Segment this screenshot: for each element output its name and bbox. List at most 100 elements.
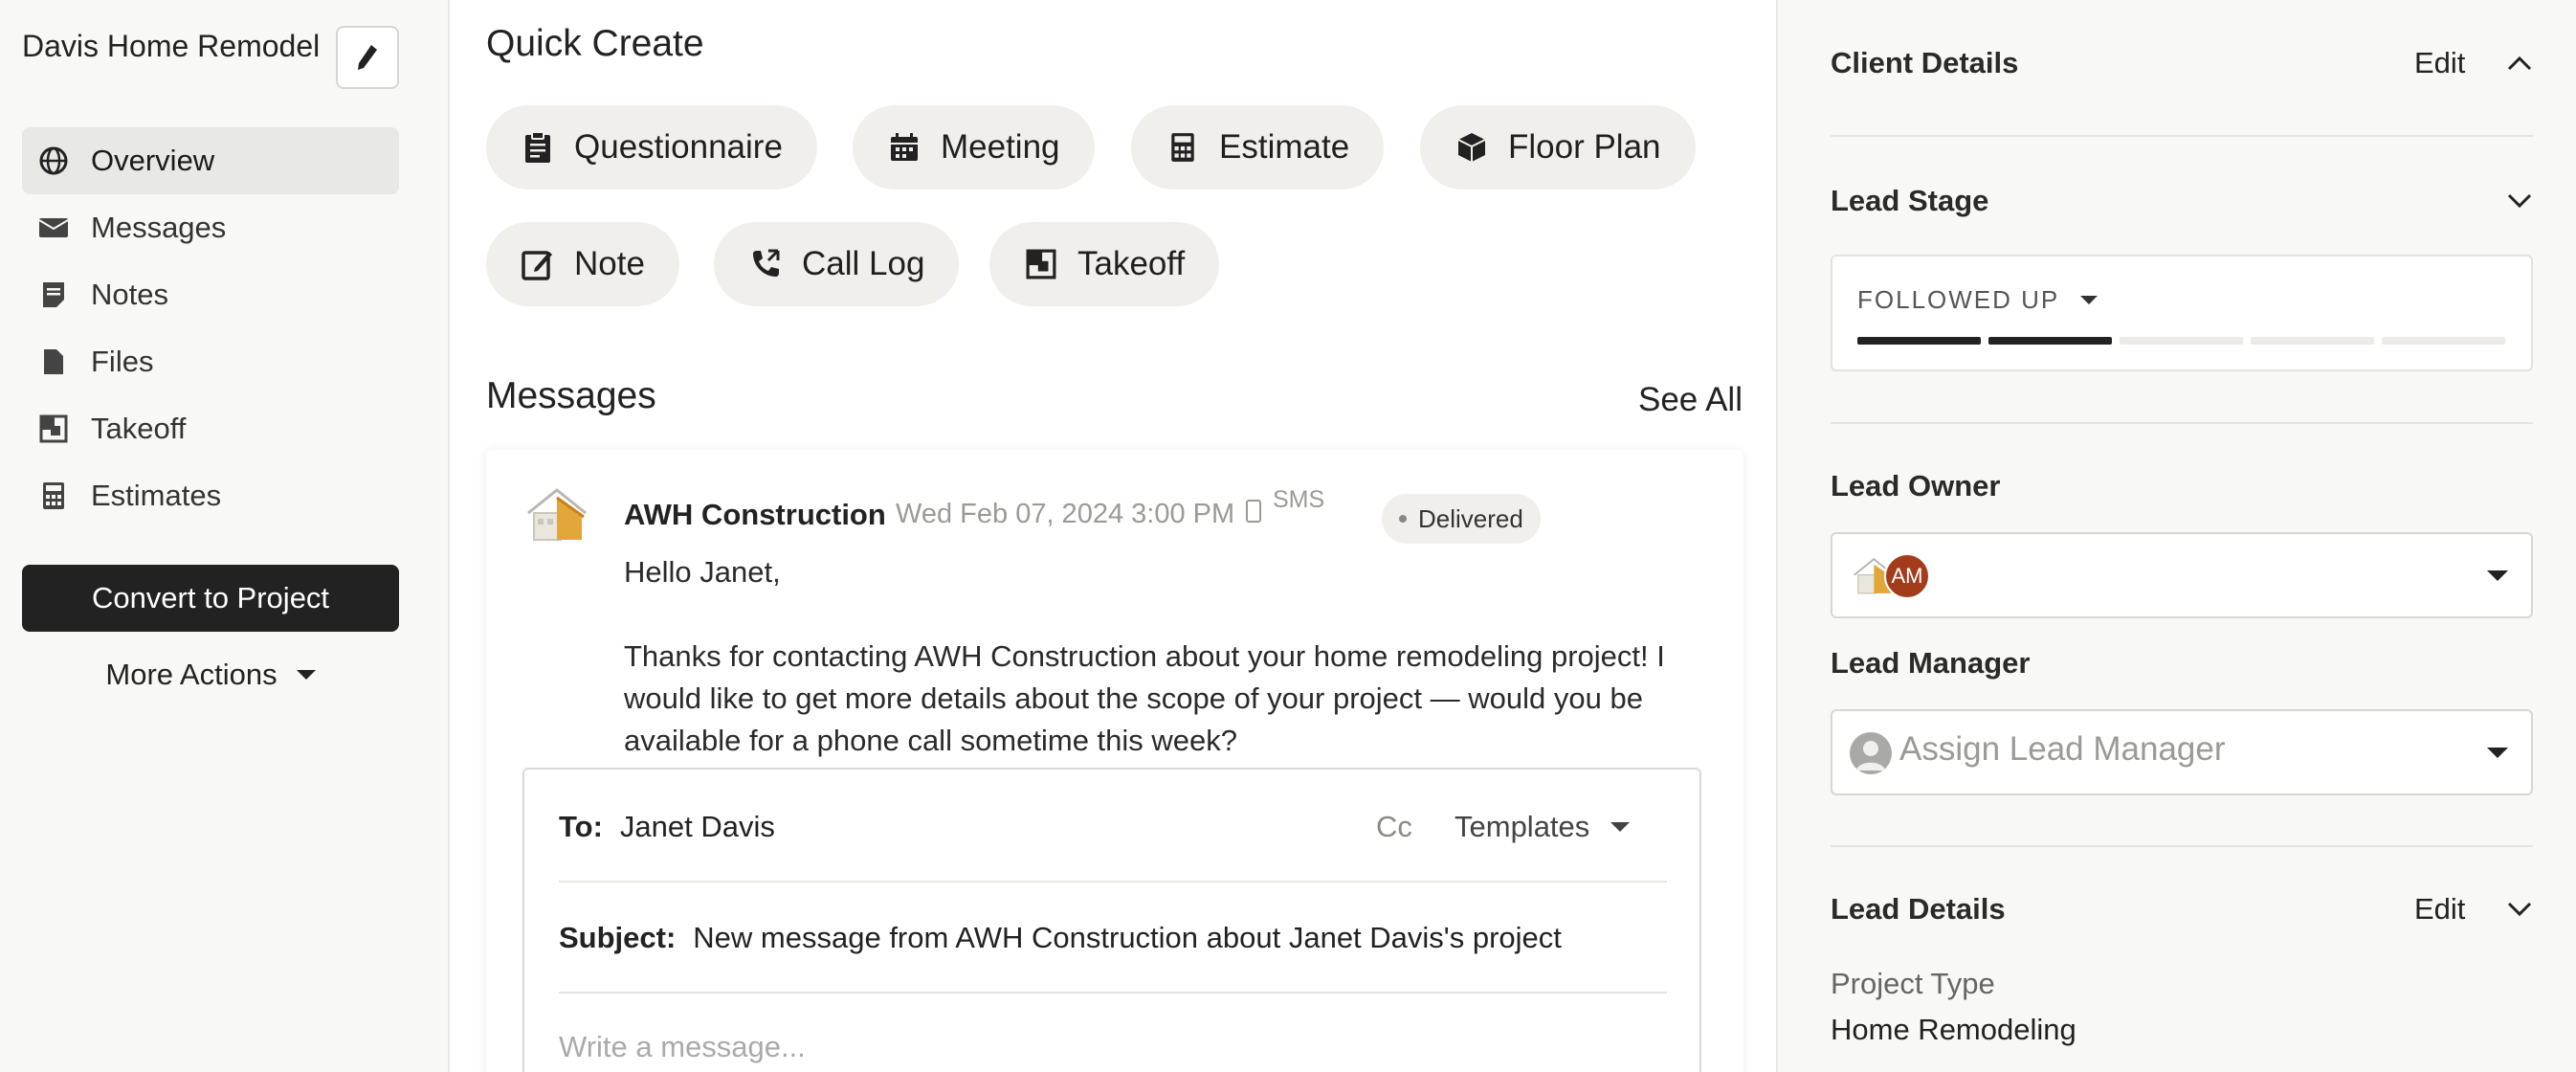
quick-create-questionnaire[interactable]: Questionnaire bbox=[486, 105, 817, 190]
message-channel-label: SMS bbox=[1273, 486, 1325, 513]
convert-to-project-button[interactable]: Convert to Project bbox=[22, 565, 399, 632]
message-sender: AWH Construction bbox=[624, 498, 886, 531]
quick-create-floor-plan[interactable]: Floor Plan bbox=[1420, 105, 1696, 190]
edit-note-icon bbox=[521, 247, 555, 281]
to-recipient: Janet Davis bbox=[619, 810, 775, 843]
project-title: Davis Home Remodel bbox=[22, 29, 321, 63]
templates-dropdown[interactable]: Templates bbox=[1455, 810, 1631, 844]
message-greeting: Hello Janet, bbox=[624, 555, 781, 589]
message-composer: To: Janet Davis Cc Templates Subject: Ne… bbox=[522, 768, 1701, 1072]
clipboard-icon bbox=[521, 130, 555, 165]
stage-segment bbox=[1988, 337, 2112, 345]
more-actions-label: More Actions bbox=[105, 658, 278, 691]
lead-manager-placeholder: Assign Lead Manager bbox=[1899, 730, 2226, 768]
globe-icon bbox=[37, 145, 70, 177]
status-dot-icon bbox=[1399, 515, 1407, 523]
chevron-down-icon[interactable] bbox=[2505, 894, 2534, 923]
lead-stage-selector[interactable]: FOLLOWED UP bbox=[1831, 255, 2533, 371]
stage-segment bbox=[2120, 337, 2243, 345]
cc-button[interactable]: Cc bbox=[1376, 810, 1412, 844]
lead-stage-value: FOLLOWED UP bbox=[1857, 285, 2099, 315]
chip-label: Estimate bbox=[1219, 128, 1350, 166]
lead-stage-label: FOLLOWED UP bbox=[1857, 285, 2060, 314]
edit-project-button[interactable] bbox=[336, 26, 399, 89]
caret-down-icon bbox=[2487, 748, 2508, 758]
chip-label: Note bbox=[574, 245, 645, 282]
caret-down-icon bbox=[1610, 822, 1631, 832]
chip-label: Takeoff bbox=[1077, 245, 1186, 282]
sidebar-item-label: Overview bbox=[91, 144, 215, 177]
lead-manager-select[interactable]: Assign Lead Manager bbox=[1831, 709, 2533, 795]
sidebar-item-label: Takeoff bbox=[91, 412, 187, 445]
calculator-icon bbox=[37, 480, 70, 512]
quick-create-meeting[interactable]: Meeting bbox=[853, 105, 1095, 190]
divider bbox=[1831, 135, 2533, 137]
quick-create-note[interactable]: Note bbox=[486, 222, 679, 306]
message-input[interactable]: Write a message... bbox=[559, 1030, 806, 1064]
sidebar-item-overview[interactable]: Overview bbox=[22, 127, 399, 194]
composer-subject-row[interactable]: Subject: New message from AWH Constructi… bbox=[559, 921, 1667, 955]
chip-label: Call Log bbox=[802, 245, 925, 282]
caret-down-icon bbox=[2487, 570, 2508, 581]
stage-segment bbox=[2251, 337, 2374, 345]
caret-down-icon bbox=[2080, 296, 2099, 304]
message-timestamp: Wed Feb 07, 2024 3:00 PM bbox=[896, 499, 1235, 529]
caret-down-icon bbox=[296, 670, 316, 680]
divider bbox=[559, 881, 1667, 882]
client-details-title[interactable]: Client Details bbox=[1831, 46, 2018, 80]
subject-label: Subject: bbox=[559, 921, 677, 954]
quick-create-estimate[interactable]: Estimate bbox=[1131, 105, 1385, 190]
sidebar-item-label: Notes bbox=[91, 278, 168, 311]
status-badge: Delivered bbox=[1382, 494, 1541, 544]
divider bbox=[559, 992, 1667, 994]
phone-icon bbox=[748, 247, 783, 281]
message-body: Hello Janet, Thanks for contacting AWH C… bbox=[624, 551, 1705, 804]
more-actions-button[interactable]: More Actions bbox=[22, 641, 399, 708]
lead-stage-title[interactable]: Lead Stage bbox=[1831, 184, 1988, 218]
takeoff-icon bbox=[1024, 247, 1058, 281]
user-initials-avatar: AM bbox=[1884, 553, 1930, 599]
divider bbox=[1831, 422, 2533, 424]
sidebar-item-estimates[interactable]: Estimates bbox=[22, 462, 399, 529]
note-icon bbox=[37, 279, 70, 311]
chevron-down-icon[interactable] bbox=[2505, 186, 2534, 214]
stage-segment bbox=[1857, 337, 1981, 345]
sidebar-item-label: Files bbox=[91, 345, 154, 378]
cube-icon bbox=[1455, 130, 1489, 165]
subject-value: New message from AWH Construction about … bbox=[693, 921, 1562, 954]
chip-label: Questionnaire bbox=[574, 128, 783, 166]
file-icon bbox=[37, 346, 70, 378]
sidebar-item-takeoff[interactable]: Takeoff bbox=[22, 395, 399, 462]
sidebar-item-label: Messages bbox=[91, 211, 227, 244]
quick-create-call-log[interactable]: Call Log bbox=[714, 222, 960, 306]
user-placeholder-icon bbox=[1850, 732, 1892, 774]
mobile-phone-icon bbox=[1246, 500, 1261, 523]
templates-label: Templates bbox=[1455, 810, 1590, 843]
lead-owner-avatars: AM bbox=[1852, 550, 1930, 602]
sidebar-item-messages[interactable]: Messages bbox=[22, 194, 399, 261]
sidebar-item-files[interactable]: Files bbox=[22, 328, 399, 395]
message-text: Thanks for contacting AWH Construction a… bbox=[624, 639, 1665, 757]
chip-label: Floor Plan bbox=[1508, 128, 1661, 166]
quick-create-title: Quick Create bbox=[486, 23, 704, 64]
envelope-icon bbox=[37, 212, 70, 244]
lead-stage-progress bbox=[1857, 337, 2505, 345]
sidebar-item-label: Estimates bbox=[91, 479, 222, 512]
sidebar: Davis Home Remodel Overview Messages Not… bbox=[0, 0, 450, 1072]
lead-details-title[interactable]: Lead Details bbox=[1831, 892, 2006, 927]
lead-owner-title: Lead Owner bbox=[1831, 469, 2001, 502]
lead-owner-select[interactable]: AM bbox=[1831, 532, 2533, 618]
sidebar-nav: Overview Messages Notes Files Takeoff Es… bbox=[22, 127, 399, 529]
client-details-edit-button[interactable]: Edit bbox=[2414, 46, 2465, 80]
stage-segment bbox=[2382, 337, 2505, 345]
project-type-label: Project Type bbox=[1831, 967, 1995, 1000]
sidebar-item-notes[interactable]: Notes bbox=[22, 261, 399, 328]
status-badge-label: Delivered bbox=[1418, 503, 1523, 533]
messages-title: Messages bbox=[486, 375, 656, 416]
project-type-value: Home Remodeling bbox=[1831, 1013, 2076, 1046]
see-all-link[interactable]: See All bbox=[1638, 381, 1743, 419]
company-logo-avatar bbox=[524, 484, 591, 546]
quick-create-takeoff[interactable]: Takeoff bbox=[989, 222, 1220, 306]
chevron-up-icon[interactable] bbox=[2505, 50, 2534, 78]
lead-details-edit-button[interactable]: Edit bbox=[2414, 892, 2465, 927]
